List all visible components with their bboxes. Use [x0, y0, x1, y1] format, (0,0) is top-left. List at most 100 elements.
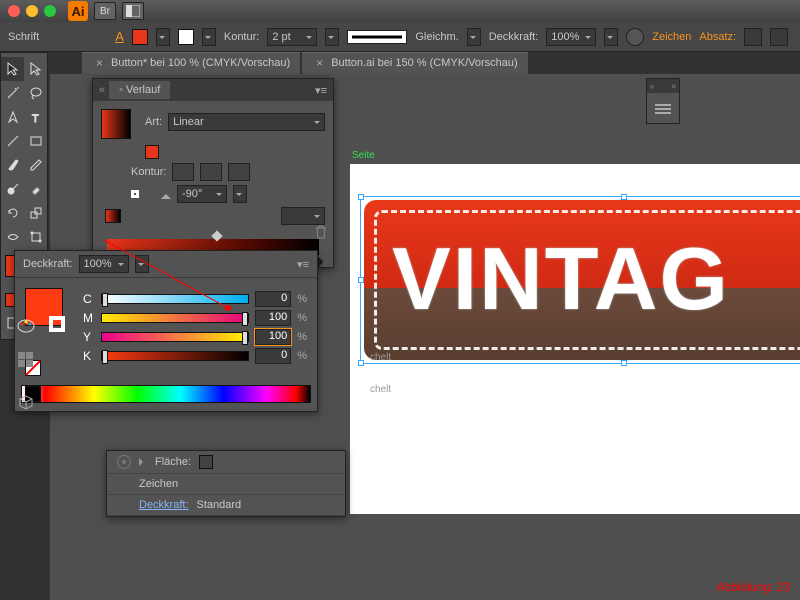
type-tool[interactable]: T	[24, 105, 47, 129]
artboard[interactable]: VINTAG	[350, 164, 800, 514]
angle-field[interactable]	[177, 185, 227, 203]
width-tool[interactable]	[1, 225, 24, 249]
bridge-button[interactable]: Br	[94, 2, 116, 20]
magenta-slider[interactable]	[101, 313, 249, 323]
black-slider[interactable]	[101, 351, 249, 361]
gradient-preview[interactable]	[101, 109, 131, 139]
document-tab-1[interactable]: × Button* bei 100 % (CMYK/Vorschau)	[82, 52, 300, 74]
window-minimize[interactable]	[26, 5, 38, 17]
appearance-row-fill[interactable]: Fläche:	[107, 451, 345, 474]
app-icon: Ai	[68, 1, 88, 21]
selection-handle[interactable]	[621, 360, 627, 366]
direct-selection-tool[interactable]	[24, 57, 47, 81]
layout-button[interactable]	[122, 2, 144, 20]
collapse-icon[interactable]: «	[650, 82, 654, 91]
fill-swatch[interactable]	[132, 29, 148, 45]
magenta-value[interactable]: 100	[255, 310, 291, 326]
zeichen-link[interactable]: Zeichen	[652, 31, 691, 43]
magic-wand-tool[interactable]	[1, 81, 24, 105]
opacity-field[interactable]	[546, 28, 596, 46]
cyan-label: C	[83, 292, 95, 306]
close-icon[interactable]: ×	[96, 56, 103, 70]
lasso-tool[interactable]	[24, 81, 47, 105]
spectrum-picker[interactable]	[21, 385, 311, 403]
gradient-stroke-swatch[interactable]	[131, 190, 139, 198]
free-transform-tool[interactable]	[24, 225, 47, 249]
color-panel-icon[interactable]	[14, 314, 38, 338]
close-icon[interactable]: ×	[671, 82, 676, 91]
window-close[interactable]	[8, 5, 20, 17]
panel-menu-icon[interactable]: ▾≡	[297, 258, 309, 271]
window-zoom[interactable]	[44, 5, 56, 17]
appearance-row-opacity[interactable]: Deckkraft: Standard	[107, 495, 345, 516]
opacity-link[interactable]: Deckkraft:	[139, 499, 189, 511]
stroke-dropdown[interactable]	[202, 28, 216, 46]
document-tab-2[interactable]: × Button.ai bei 150 % (CMYK/Vorschau)	[302, 52, 528, 74]
cyan-slider[interactable]	[101, 294, 249, 304]
panel-tab[interactable]: ◦Verlauf	[109, 81, 170, 99]
align-center-button[interactable]	[770, 28, 788, 46]
pen-tool[interactable]	[1, 105, 24, 129]
panel-menu-icon[interactable]: ▾≡	[315, 84, 327, 97]
aspect-field[interactable]	[281, 207, 325, 225]
style-dropdown[interactable]	[604, 28, 618, 46]
tab-label: Button* bei 100 % (CMYK/Vorschau)	[111, 57, 290, 69]
stroke-gradient-btn-2[interactable]	[200, 163, 222, 181]
stroke-gradient-btn-1[interactable]	[172, 163, 194, 181]
scale-tool[interactable]	[24, 201, 47, 225]
trash-icon[interactable]	[315, 225, 327, 239]
blob-brush-tool[interactable]	[1, 177, 24, 201]
absatz-link[interactable]: Absatz:	[699, 31, 736, 43]
angle-icon	[161, 189, 171, 199]
close-icon[interactable]: ×	[316, 56, 323, 70]
gradient-fill-swatch[interactable]	[145, 145, 159, 159]
angle-dropdown[interactable]	[233, 185, 247, 203]
color-stroke-swatch[interactable]	[49, 316, 65, 332]
3d-panel-icon[interactable]	[14, 390, 38, 414]
stroke-weight-dropdown[interactable]	[325, 28, 339, 46]
swatches-panel-icon[interactable]	[14, 348, 38, 372]
line-tool[interactable]	[1, 129, 24, 153]
selection-handle[interactable]	[621, 194, 627, 200]
paintbrush-tool[interactable]	[1, 153, 24, 177]
gradient-type-select[interactable]: Linear	[168, 113, 325, 131]
reverse-gradient[interactable]	[105, 209, 121, 223]
pencil-tool[interactable]	[24, 153, 47, 177]
disclosure-icon[interactable]	[139, 458, 147, 466]
selection-tool[interactable]	[1, 57, 24, 81]
gradient-midpoint[interactable]	[211, 230, 222, 241]
stop-opacity-field[interactable]	[79, 255, 129, 273]
truncated-text: chelt	[370, 352, 391, 363]
yellow-slider[interactable]	[101, 332, 249, 342]
cyan-value[interactable]: 0	[255, 291, 291, 307]
stop-opacity-dropdown[interactable]	[135, 255, 149, 273]
fill-dropdown[interactable]	[156, 28, 170, 46]
kontur-label: Kontur:	[131, 166, 166, 178]
black-value[interactable]: 0	[255, 348, 291, 364]
brush-dropdown[interactable]	[467, 28, 481, 46]
yellow-value[interactable]: 100	[255, 329, 291, 345]
selection-handle[interactable]	[358, 194, 364, 200]
recolor-button[interactable]	[626, 28, 644, 46]
rectangle-tool[interactable]	[24, 129, 47, 153]
char-style-icon[interactable]: A	[115, 29, 124, 44]
selection-handle[interactable]	[358, 360, 364, 366]
appearance-row-char[interactable]: Zeichen	[107, 474, 345, 495]
collapse-icon[interactable]: «	[99, 84, 105, 96]
selection-handle[interactable]	[358, 277, 364, 283]
rotate-tool[interactable]	[1, 201, 24, 225]
deckkraft-label: Deckkraft:	[23, 258, 73, 270]
stroke-style-preview[interactable]	[347, 30, 407, 44]
align-left-button[interactable]	[744, 28, 762, 46]
eraser-tool[interactable]	[24, 177, 47, 201]
panel-header[interactable]: « ◦Verlauf ▾≡	[93, 79, 333, 101]
fill-color-swatch[interactable]	[199, 455, 213, 469]
stroke-swatch[interactable]	[178, 29, 194, 45]
cmyk-sliders: C 0 % M 100 % Y 100 % K 0 %	[83, 288, 307, 367]
kontur-label: Kontur:	[224, 31, 259, 43]
stroke-gradient-btn-3[interactable]	[228, 163, 250, 181]
visibility-icon[interactable]	[117, 455, 131, 469]
collapsed-panel[interactable]: «×	[646, 78, 680, 124]
stroke-weight-field[interactable]	[267, 28, 317, 46]
hamburger-icon[interactable]	[655, 102, 671, 116]
